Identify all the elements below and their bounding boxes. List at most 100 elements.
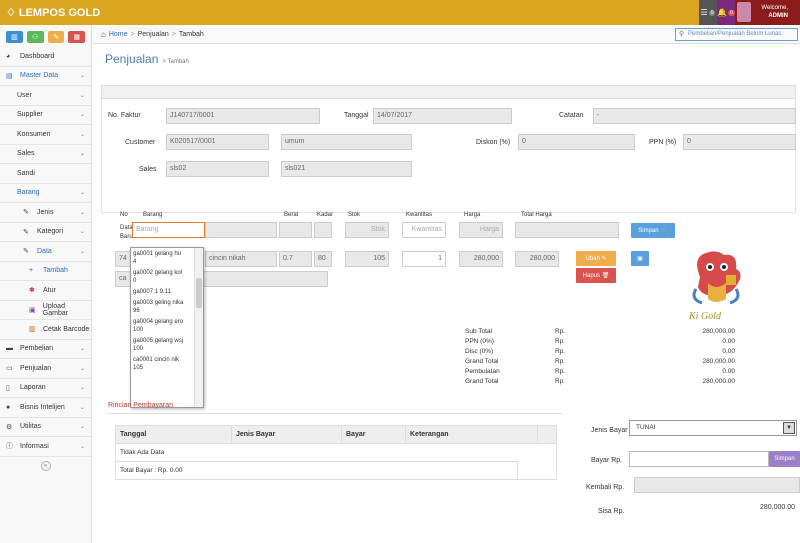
shortcut-grid-button[interactable]: ▦: [68, 31, 85, 43]
sidebar-item-label: Master Data: [20, 72, 59, 80]
ubah-button[interactable]: Ubah ✎: [576, 251, 616, 266]
new-row-label-2: Baru: [120, 234, 133, 240]
catatan-field[interactable]: -: [593, 108, 796, 124]
avatar: [737, 2, 751, 22]
sidebar-item-atur[interactable]: ✱ Atur: [0, 281, 91, 301]
payments-col-jenis: Jenis Bayar: [232, 426, 342, 443]
shortcut-chart-button[interactable]: ▥: [6, 31, 23, 43]
no-faktur-field[interactable]: J140717/0001: [166, 108, 320, 124]
ppn-label: PPN (%): [649, 139, 677, 146]
alerts-button[interactable]: 🔔 0: [717, 0, 735, 25]
customer-label: Customer: [125, 139, 156, 146]
sidebar-item-penjualan[interactable]: ▭ Penjualan ⌄: [0, 359, 91, 379]
hapus-button[interactable]: Hapus 🗑: [576, 268, 616, 283]
shortcut-edit-button[interactable]: ✎: [47, 31, 65, 43]
kadar-field[interactable]: [314, 222, 332, 238]
bar-chart-icon: ▥: [11, 34, 18, 41]
ppn-field[interactable]: 0: [683, 134, 796, 150]
sidebar-item-tambah[interactable]: + Tambah: [0, 262, 91, 281]
sidebar-item-label: Penjualan: [20, 364, 52, 372]
bayar-input[interactable]: [629, 451, 769, 467]
diskon-label: Diskon (%): [476, 139, 511, 146]
simpan-item-button[interactable]: Simpan 🛒: [631, 223, 675, 238]
search-input[interactable]: ⚲ Pembelian/Penjualan Belum Lunas: [675, 28, 798, 41]
kembali-field[interactable]: [634, 477, 800, 493]
sidebar-item-konsumen[interactable]: Konsumen ⌄: [0, 125, 91, 145]
sidebar-item-jenis[interactable]: ✎ Jenis ⌄: [0, 203, 91, 223]
sidebar-item-dashboard[interactable]: ◕ Dashboard: [0, 47, 91, 67]
sidebar-collapse[interactable]: «: [0, 457, 91, 475]
row-stok[interactable]: 105: [345, 251, 389, 267]
list-item[interactable]: ga0004 gelang ero 100: [131, 316, 191, 335]
sidebar-item-user[interactable]: User ⌄: [0, 86, 91, 106]
berat-field[interactable]: [279, 222, 312, 238]
sidebar-item-laporan[interactable]: ▯ Laporan ⌄: [0, 379, 91, 398]
sidebar-item-master-data[interactable]: ▤ Master Data ⌄: [0, 67, 91, 86]
sidebar-item-label: Informasi: [20, 442, 49, 450]
simpan-bayar-button[interactable]: Simpan: [769, 451, 800, 467]
sisa-label: Sisa Rp.: [598, 508, 625, 515]
stok-field[interactable]: Stok: [345, 222, 389, 238]
breadcrumb-home[interactable]: Home: [109, 31, 128, 38]
sidebar-item-label: Upload Gambar: [42, 302, 69, 317]
list-item[interactable]: ga0001 gelang hu 4: [131, 248, 191, 267]
sidebar-item-sandi[interactable]: Sandi: [0, 164, 91, 184]
pencil-icon: ✎: [23, 248, 29, 256]
page-subtitle: > Tambah: [162, 59, 189, 65]
barang-autocomplete-list[interactable]: ga0001 gelang hu 4 ga0002 gelang kol 0 ga0…: [130, 247, 204, 408]
list-item[interactable]: ga0002 gelang kol 0: [131, 267, 191, 286]
list-item[interactable]: ga0007 1 9.11: [131, 286, 191, 297]
sidebar-item-kategori[interactable]: ✎ Kategori ⌄: [0, 223, 91, 242]
row-barang-name[interactable]: cincin nikah: [205, 251, 277, 267]
harga-field[interactable]: Harga: [459, 222, 503, 238]
summary-label: Sub Total: [465, 328, 492, 335]
sidebar-item-sales[interactable]: Sales ⌄: [0, 145, 91, 164]
sidebar-item-upload-gambar[interactable]: ▣ Upload Gambar: [0, 301, 91, 320]
sidebar-item-supplier[interactable]: Supplier ⌄: [0, 106, 91, 125]
summary-currency: Rp.: [555, 348, 566, 355]
row-kadar[interactable]: 80: [314, 251, 332, 267]
chevron-down-icon: ⌄: [79, 424, 85, 431]
chevron-down-icon: ⌄: [79, 346, 85, 353]
barang-input[interactable]: Barang: [132, 222, 205, 238]
sidebar-item-label: Barang: [17, 189, 40, 197]
app-logo[interactable]: ♢ LEMPOS GOLD: [6, 6, 100, 20]
sidebar-item-utilitas[interactable]: ⚙ Utilitas ⌄: [0, 418, 91, 437]
shortcut-users-button[interactable]: ⚇: [26, 31, 44, 43]
sidebar-item-bisnis-intelijen[interactable]: ● Bisnis Intelijen ⌄: [0, 398, 91, 418]
sidebar-item-informasi[interactable]: ⓘ Informasi ⌄: [0, 437, 91, 457]
sidebar-item-label: Sandi: [17, 169, 35, 177]
kwantitas-input[interactable]: Kwantitas: [402, 222, 446, 238]
tanggal-field[interactable]: 14/07/2017: [373, 108, 512, 124]
row-harga[interactable]: 280,000: [459, 251, 503, 267]
list-item[interactable]: ca0001 cincin nik 105: [131, 354, 191, 373]
sidebar-item-barang[interactable]: Barang ⌄: [0, 184, 91, 203]
sales-code-field[interactable]: sls02: [166, 161, 269, 177]
sales-name-field[interactable]: sls021: [281, 161, 412, 177]
sidebar-item-label: Bisnis Intelijen: [20, 403, 65, 411]
notifications-list-button[interactable]: ☰ 0: [699, 0, 717, 25]
catatan-label: Catatan: [559, 112, 584, 119]
customer-name-field[interactable]: umum: [281, 134, 412, 150]
list-item[interactable]: ga0003 geling nika 96: [131, 297, 191, 316]
jenis-bayar-select[interactable]: TUNAI ▼: [629, 420, 797, 436]
user-menu[interactable]: Welcome, ADMIN: [735, 0, 800, 25]
users-icon: ⚇: [31, 34, 39, 41]
sidebar-item-cetak-barcode[interactable]: ▥ Cetak Barcode: [0, 320, 91, 340]
gears-icon: ⚙: [6, 423, 13, 431]
image-button[interactable]: ▣: [631, 251, 649, 266]
list-item[interactable]: ga0005 gelang wsj 100: [131, 335, 191, 354]
dropdown-scrollbar[interactable]: [194, 248, 203, 407]
row-kwantitas[interactable]: 1: [402, 251, 446, 267]
diskon-field[interactable]: 0: [518, 134, 635, 150]
barang-name-field[interactable]: [205, 222, 277, 238]
row-berat[interactable]: 0.7: [279, 251, 312, 267]
scroll-thumb[interactable]: [196, 278, 202, 308]
customer-code-field[interactable]: K020517/0001: [166, 134, 269, 150]
sidebar-item-pembelian[interactable]: ▬ Pembelian ⌄: [0, 340, 91, 359]
row-total-harga[interactable]: 280,000: [515, 251, 559, 267]
total-harga-field[interactable]: [515, 222, 619, 238]
ki-gold-mascot-image: [692, 251, 741, 305]
sidebar-item-data[interactable]: ✎ Data ⌄: [0, 242, 91, 262]
breadcrumb-section[interactable]: Penjualan: [138, 31, 169, 38]
